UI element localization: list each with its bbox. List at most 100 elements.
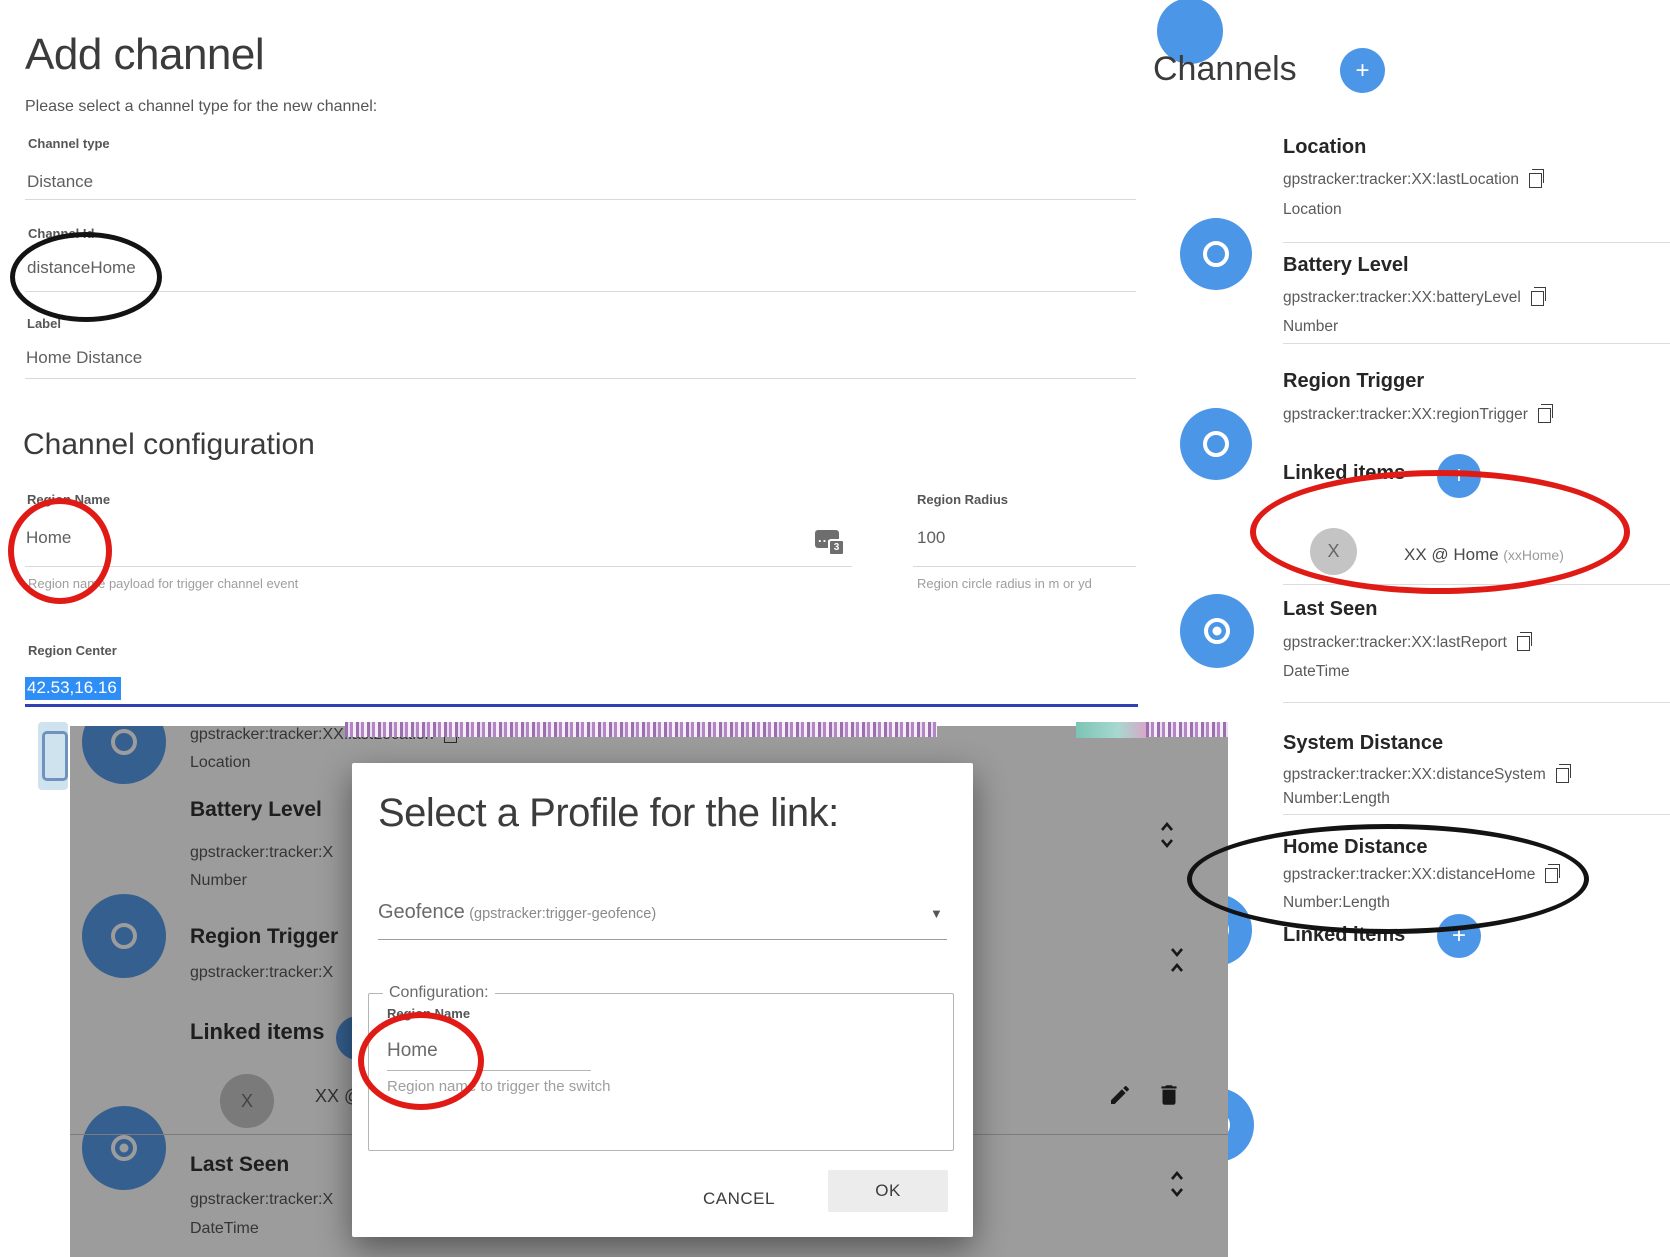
keyboard-icon[interactable]: ... 3 (815, 530, 839, 548)
page-title: Add channel (25, 30, 264, 80)
bg-linked-items-heading: Linked items (190, 1019, 324, 1045)
region-radius-helper: Region circle radius in m or yd (917, 576, 1092, 591)
channel-title: System Distance (1283, 732, 1443, 755)
region-name-input[interactable]: Home (26, 528, 71, 548)
copy-icon[interactable] (1538, 408, 1551, 423)
divider (1283, 343, 1670, 344)
copy-icon[interactable] (1529, 173, 1542, 188)
channel-title: Location (1283, 136, 1366, 159)
channel-type: Number (1283, 318, 1338, 336)
bg-channel-type: Number (190, 872, 247, 890)
keyboard-icon-badge: 3 (828, 539, 845, 556)
bg-channel-uid: gpstracker:tracker:X (190, 964, 333, 982)
radio-icon (111, 729, 137, 755)
channel-id-input[interactable]: distanceHome (27, 258, 136, 278)
channel-uid: gpstracker:tracker:XX:lastLocation (1283, 171, 1519, 189)
bg-channel-type: Location (190, 754, 251, 772)
channel-uid: gpstracker:tracker:XX:distanceSystem (1283, 766, 1546, 784)
channel-type: Number:Length (1283, 790, 1390, 808)
linked-item-avatar: X (1310, 528, 1357, 575)
channel-uid-row: gpstracker:tracker:XX:distanceHome (1283, 866, 1558, 884)
bg-channel-icon (82, 726, 166, 784)
bg-channel-icon (82, 1106, 166, 1190)
region-radius-underline (913, 566, 1136, 567)
radio-icon (1203, 241, 1229, 267)
linked-item[interactable]: XX @ Home (xxHome) (1404, 545, 1564, 565)
linked-item-sub: (xxHome) (1503, 547, 1564, 563)
bg-channel-title: Battery Level (190, 798, 322, 822)
map-thumbnail (38, 722, 68, 790)
bg-channel-uid: gpstracker:tracker:X (190, 844, 333, 862)
unfold-less-icon (1168, 945, 1186, 975)
label-field-underline (25, 378, 1136, 379)
unfold-more-icon (1168, 1169, 1186, 1199)
region-center-label: Region Center (28, 643, 117, 658)
copy-icon[interactable] (1545, 868, 1558, 883)
add-linked-item-button[interactable]: + (1437, 454, 1481, 498)
glitch-artifact (1076, 722, 1146, 738)
profile-select-detail: (gpstracker:trigger-geofence) (469, 906, 656, 922)
add-linked-item-button[interactable]: + (1437, 914, 1481, 958)
region-name-helper: Region name payload for trigger channel … (28, 576, 298, 591)
glitch-artifact (345, 722, 937, 737)
config-heading: Channel configuration (23, 428, 315, 462)
trash-icon (1156, 1082, 1182, 1108)
profile-dialog: Select a Profile for the link: Geofence … (352, 763, 973, 1237)
region-center-input[interactable]: 42.53,16.16 (25, 677, 121, 700)
radio-icon (1203, 431, 1229, 457)
glitch-artifact (1146, 722, 1228, 737)
channel-uid: gpstracker:tracker:XX:batteryLevel (1283, 289, 1521, 307)
region-center-focus-underline (25, 704, 1138, 707)
bg-channel-uid: gpstracker:tracker:X (190, 1191, 333, 1209)
unfold-more-icon (1158, 820, 1176, 850)
copy-icon[interactable] (1517, 636, 1530, 651)
configuration-fieldset: Configuration: Region Name Home Region n… (368, 993, 954, 1151)
dialog-region-name-underline (387, 1070, 591, 1071)
channel-uid: gpstracker:tracker:XX:regionTrigger (1283, 406, 1528, 424)
region-radius-input[interactable]: 100 (917, 528, 945, 548)
channel-type: DateTime (1283, 663, 1350, 681)
label-field-label: Label (27, 316, 61, 331)
channel-uid-row: gpstracker:tracker:XX:distanceSystem (1283, 766, 1569, 784)
channel-id-label: Channel Id (28, 226, 94, 241)
channel-battery-icon (1180, 408, 1252, 480)
channel-id-underline (25, 291, 1136, 292)
add-channel-button[interactable]: + (1340, 48, 1385, 93)
caret-down-icon[interactable]: ▼ (930, 906, 943, 921)
cancel-button[interactable]: CANCEL (684, 1181, 794, 1217)
linked-items-heading: Linked items (1283, 924, 1405, 947)
channel-type-value[interactable]: Distance (27, 172, 93, 192)
copy-icon[interactable] (1556, 768, 1569, 783)
dialog-region-name-helper: Region name to trigger the switch (387, 1078, 610, 1095)
plus-icon: + (1452, 462, 1466, 490)
bg-channel-title: Last Seen (190, 1153, 289, 1177)
dialog-region-name-label: Region Name (387, 1006, 470, 1021)
pencil-icon (1108, 1083, 1132, 1107)
linked-items-heading: Linked items (1283, 462, 1405, 485)
divider (1283, 814, 1670, 815)
profile-select[interactable]: Geofence (gpstracker:trigger-geofence) (378, 901, 656, 924)
channel-uid: gpstracker:tracker:XX:distanceHome (1283, 866, 1535, 884)
channel-location-icon (1180, 218, 1252, 290)
channels-panel-title: Channels (1153, 50, 1297, 89)
bg-channel-title: Region Trigger (190, 925, 338, 949)
radio-icon (111, 923, 137, 949)
channel-title: Last Seen (1283, 598, 1377, 621)
channel-title: Region Trigger (1283, 370, 1424, 393)
page-subtitle: Please select a channel type for the new… (25, 98, 377, 116)
ok-button[interactable]: OK (828, 1170, 948, 1212)
copy-icon[interactable] (1531, 291, 1544, 306)
linked-item-label: XX @ Home (1404, 545, 1499, 564)
plus-icon: + (1452, 922, 1466, 950)
radio-checked-icon (1204, 618, 1230, 644)
divider (1283, 702, 1670, 703)
plus-icon: + (1355, 57, 1369, 85)
channel-uid-row: gpstracker:tracker:XX:regionTrigger (1283, 406, 1551, 424)
bg-linked-item-avatar: X (220, 1074, 274, 1128)
label-field-input[interactable]: Home Distance (26, 348, 142, 368)
profile-select-value: Geofence (378, 901, 465, 923)
channel-type: Number:Length (1283, 894, 1390, 912)
dialog-region-name-input[interactable]: Home (387, 1040, 438, 1062)
region-radius-label: Region Radius (917, 492, 1008, 507)
profile-select-underline (378, 939, 947, 940)
